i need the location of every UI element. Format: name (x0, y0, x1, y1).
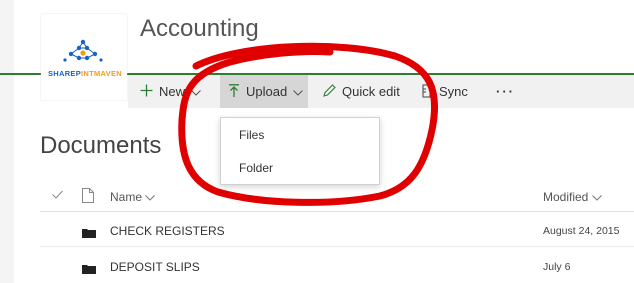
column-header-name[interactable]: Name (110, 190, 156, 204)
upload-folder-menu-item[interactable]: Folder (239, 161, 273, 175)
more-options-button[interactable]: ··· (496, 75, 515, 108)
chevron-down-icon (591, 190, 602, 204)
network-icon (63, 39, 103, 62)
select-all-check-icon[interactable] (52, 188, 63, 202)
command-bar: New Upload Quick edit Sync ··· (128, 75, 634, 108)
header-divider (40, 211, 634, 212)
sync-label: Sync (439, 84, 468, 99)
new-button[interactable]: New (140, 75, 201, 108)
row-modified: August 24, 2015 (543, 225, 620, 237)
column-header-modified[interactable]: Modified (543, 190, 602, 204)
column-header-modified-label: Modified (543, 190, 589, 204)
upload-button[interactable]: Upload (220, 75, 308, 108)
logo-text-part-a: SHAREP (47, 69, 82, 78)
sync-button[interactable]: Sync (420, 75, 468, 108)
site-logo[interactable]: SHAREPINTMAVEN (41, 14, 127, 100)
plus-icon (140, 84, 153, 99)
logo-wordmark: SHAREPINTMAVEN (42, 69, 128, 78)
upload-button-label: Upload (246, 84, 288, 99)
file-type-icon (82, 188, 94, 208)
upload-files-menu-item[interactable]: Files (239, 128, 264, 142)
chevron-down-icon (293, 84, 304, 99)
logo-text-part-b: INTMAVEN (81, 69, 123, 78)
new-button-label: New (159, 84, 186, 99)
sync-icon (420, 84, 433, 100)
chevron-down-icon (191, 84, 201, 99)
row-name[interactable]: DEPOSIT SLIPS (110, 260, 200, 274)
row-name[interactable]: CHECK REGISTERS (110, 224, 225, 238)
folder-icon (82, 261, 96, 274)
folder-icon (82, 225, 96, 238)
row-divider (40, 246, 634, 247)
pencil-icon (322, 83, 336, 100)
chevron-down-icon (145, 190, 156, 204)
row-modified: July 6 (543, 261, 571, 273)
left-navigation-strip (0, 0, 14, 283)
column-header-name-label: Name (110, 190, 143, 204)
site-title[interactable]: Accounting (140, 15, 259, 43)
quick-edit-label: Quick edit (342, 84, 400, 99)
upload-arrow-icon (228, 83, 240, 100)
library-title: Documents (40, 132, 162, 159)
upload-dropdown-menu: Files Folder (220, 117, 380, 185)
quick-edit-button[interactable]: Quick edit (322, 75, 400, 108)
